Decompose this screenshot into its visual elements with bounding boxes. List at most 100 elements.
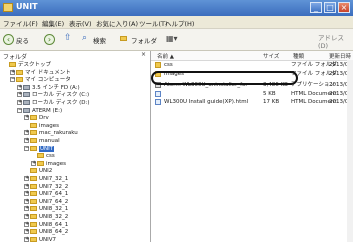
html-file-icon <box>155 90 161 97</box>
folder-icon <box>30 115 37 121</box>
forward-arrow-icon: › <box>44 34 55 45</box>
tree-item-label: マイ コンピュータ <box>25 77 71 84</box>
tree-item-label: UNI8_64_2 <box>39 229 69 236</box>
folder-icon <box>30 183 37 189</box>
folder-pane-title: フォルダ <box>3 54 28 61</box>
column-name[interactable]: 名前 ▲ <box>157 52 174 60</box>
expand-icon[interactable]: + <box>24 138 29 143</box>
menu-favorites[interactable]: お気に入り(A) <box>96 18 138 28</box>
folder-icon <box>30 130 37 136</box>
expand-icon[interactable]: + <box>24 229 29 235</box>
folder-icon <box>30 198 37 204</box>
back-arrow-icon: ‹ <box>3 34 14 45</box>
tree-item-label: UNI8_64_1 <box>39 221 69 228</box>
folder-tree-pane: フォルダ × デスクトップ + マイ ドキュメント − マイ コンピュータ +3.5 イン… <box>0 51 151 242</box>
search-button[interactable]: ⌕ 検索 <box>82 32 112 47</box>
up-folder-button[interactable]: ⇧ <box>64 32 76 47</box>
drive-icon <box>23 107 30 113</box>
menu-view[interactable]: 表示(V) <box>69 18 92 28</box>
tree-item-label: UNIV7 <box>39 236 57 242</box>
folder-icon <box>30 191 37 197</box>
file-row[interactable]: WL300U Install guide(XP).html 17 KB HTML D… <box>151 98 353 106</box>
tree-item-label: css <box>46 153 55 160</box>
expand-icon[interactable]: + <box>24 214 29 219</box>
expand-icon[interactable]: + <box>24 206 29 212</box>
column-type[interactable]: 種類 <box>293 52 304 60</box>
address-label: アドレス(D) <box>318 34 344 50</box>
toolbar: ‹ 戻る › ⇧ ⌕ 検索 フォルダ ▦▾ アドレス(D) <box>0 29 353 51</box>
column-size[interactable]: サイズ <box>263 52 279 60</box>
folder-icon <box>30 221 37 227</box>
expand-icon[interactable]: + <box>24 191 29 197</box>
folder-icon <box>30 138 37 143</box>
folders-button[interactable]: フォルダ <box>120 32 160 47</box>
folder-icon <box>30 122 37 128</box>
close-pane-icon[interactable]: × <box>141 51 146 58</box>
tree-item-label: 3.5 インチ FD (A:) <box>32 84 80 91</box>
expand-icon[interactable]: + <box>10 69 15 75</box>
tree-item-label: ローカル ディスク (C:) <box>32 92 90 99</box>
expand-icon[interactable]: + <box>17 84 22 90</box>
expand-icon[interactable]: + <box>24 236 29 242</box>
html-file-icon <box>155 99 161 105</box>
column-modified[interactable]: 更新日時 <box>329 52 351 60</box>
search-label: 検索 <box>93 37 106 45</box>
tree-item-label: images <box>46 160 66 167</box>
tree-item-label: UNI7_64_1 <box>39 191 69 198</box>
folder-icon <box>16 77 23 83</box>
folder-icon <box>37 160 44 166</box>
title-bar: UNIT _ □ × <box>0 0 353 16</box>
tree-item-label: UNI7_32_2 <box>39 183 69 190</box>
tree-item-label: UNI7_32_1 <box>39 176 69 182</box>
maximize-button[interactable]: □ <box>324 2 336 13</box>
views-icon: ▦▾ <box>166 34 178 43</box>
drive-icon <box>23 92 30 98</box>
menu-help[interactable]: ヘルプ(H) <box>165 18 194 28</box>
folder-pane-header: フォルダ × <box>0 51 150 61</box>
folder-icon <box>30 168 37 174</box>
search-icon: ⌕ <box>82 33 88 43</box>
tree-item[interactable]: + UNIV7 <box>24 236 56 242</box>
expand-icon[interactable]: + <box>24 130 29 136</box>
expand-icon[interactable]: + <box>24 176 29 181</box>
folders-icon <box>120 36 127 41</box>
folder-icon <box>16 69 23 75</box>
expand-icon[interactable]: + <box>24 198 29 204</box>
expand-icon[interactable]: + <box>24 183 29 189</box>
file-row[interactable]: 5 KBHTML Document2013/02/1 <box>151 90 353 98</box>
collapse-icon[interactable]: − <box>10 77 15 83</box>
expand-icon[interactable]: + <box>24 115 29 121</box>
file-size: 17 KB <box>263 99 280 105</box>
close-button[interactable]: × <box>338 2 350 13</box>
tree-item-label: Drv <box>39 115 49 122</box>
vertical-scrollbar[interactable] <box>347 60 353 242</box>
folder-icon <box>3 3 13 12</box>
menu-edit[interactable]: 編集(E) <box>42 18 64 28</box>
back-label: 戻る <box>16 37 29 45</box>
expand-icon[interactable]: + <box>31 160 36 166</box>
expand-icon[interactable]: + <box>17 100 22 105</box>
forward-button[interactable]: › <box>44 32 58 47</box>
menu-file[interactable]: ファイル(F) <box>3 18 38 28</box>
file-row[interactable]: cssファイル フォルダ2013/02/1 <box>151 61 353 69</box>
tree-item-label: マイ ドキュメント <box>25 69 71 76</box>
minimize-button[interactable]: _ <box>310 2 322 13</box>
expand-icon[interactable]: + <box>24 221 29 227</box>
tree-item-label: UNIT <box>39 145 55 152</box>
folder-icon <box>30 176 37 181</box>
file-name: css <box>164 62 173 68</box>
expand-icon[interactable]: + <box>17 92 22 98</box>
collapse-icon[interactable]: − <box>24 145 29 151</box>
file-name: WL300U Install guide(XP).html <box>164 99 249 105</box>
folders-label: フォルダ <box>131 37 157 45</box>
highlight-ellipse <box>151 71 298 85</box>
views-button[interactable]: ▦▾ <box>166 32 182 47</box>
tree-item-label: UNI8_32_1 <box>39 206 69 213</box>
folder-icon <box>37 153 44 159</box>
tree-item-label: mac_rakuraku <box>39 130 78 137</box>
menu-tools[interactable]: ツール(T) <box>139 18 168 28</box>
collapse-icon[interactable]: − <box>17 107 22 113</box>
back-button[interactable]: ‹ 戻る <box>3 32 37 47</box>
tree-item-label: デスクトップ <box>18 62 52 68</box>
up-arrow-icon: ⇧ <box>64 33 72 43</box>
